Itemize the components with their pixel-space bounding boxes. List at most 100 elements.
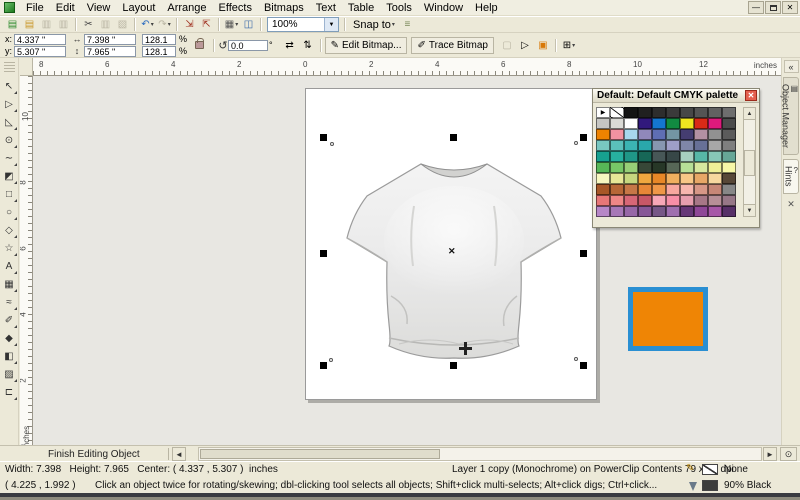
palette-swatch[interactable] (708, 195, 722, 206)
basic-shapes-tool[interactable]: ☆ (1, 240, 18, 257)
text-tool[interactable]: A (1, 258, 18, 275)
palette-swatch[interactable] (652, 173, 666, 184)
rectangle-tool[interactable]: □ (1, 186, 18, 203)
scale-v-field[interactable]: 128.1 (142, 46, 176, 57)
palette-swatch[interactable] (596, 162, 610, 173)
palette-swatch[interactable] (680, 195, 694, 206)
palette-swatch[interactable] (680, 206, 694, 217)
palette-swatch[interactable] (722, 107, 736, 118)
menu-tools[interactable]: Tools (380, 1, 418, 15)
open-button[interactable]: ▤ (21, 17, 38, 32)
snap-to-button[interactable]: Snap to▾ (349, 17, 399, 32)
palette-swatch[interactable] (666, 151, 680, 162)
undo-button[interactable]: ↶▾ (139, 17, 156, 32)
palette-swatch[interactable] (652, 206, 666, 217)
scroll-left-button[interactable]: ◄ (172, 447, 186, 461)
palette-swatch[interactable] (694, 162, 708, 173)
palette-swatch[interactable] (610, 206, 624, 217)
palette-swatch[interactable] (708, 206, 722, 217)
fill-tool[interactable]: ◧ (1, 348, 18, 365)
palette-swatch[interactable] (610, 140, 624, 151)
palette-close-button[interactable]: ✕ (745, 90, 757, 101)
palette-swatch[interactable] (694, 129, 708, 140)
selection-handle-top-right[interactable] (580, 134, 587, 141)
powerclip-indicator[interactable]: ⊏ (1, 384, 18, 401)
selection-handle-top-left[interactable] (320, 134, 327, 141)
selection-handle-top-center[interactable] (450, 134, 457, 141)
scale-h-field[interactable]: 128.1 (142, 34, 176, 45)
dropdown-arrow[interactable]: ▾ (151, 21, 154, 28)
toolbox-grip[interactable] (4, 62, 15, 72)
palette-swatch[interactable] (694, 184, 708, 195)
menu-arrange[interactable]: Arrange (161, 1, 212, 15)
palette-swatch[interactable] (708, 184, 722, 195)
palette-swatch[interactable] (624, 195, 638, 206)
crop-tool[interactable]: ◺ (1, 114, 18, 131)
palette-swatch[interactable] (680, 107, 694, 118)
mirror-horizontal-button[interactable]: ⇄ (281, 37, 299, 54)
lock-ratio-icon[interactable] (195, 41, 204, 49)
menu-layout[interactable]: Layout (116, 1, 161, 15)
palette-swatch[interactable] (708, 140, 722, 151)
interactive-fill-tool[interactable]: ▨ (1, 366, 18, 383)
paste-button[interactable]: ▧ (114, 17, 131, 32)
menu-window[interactable]: Window (418, 1, 469, 15)
palette-swatch[interactable] (722, 195, 736, 206)
palette-swatch[interactable] (708, 107, 722, 118)
palette-swatch[interactable] (624, 162, 638, 173)
palette-swatch[interactable] (666, 184, 680, 195)
palette-swatch[interactable] (708, 173, 722, 184)
freehand-tool[interactable]: ∼ (1, 150, 18, 167)
outline-tool[interactable]: ◆ (1, 330, 18, 347)
palette-swatch[interactable] (638, 140, 652, 151)
ellipse-tool[interactable]: ○ (1, 204, 18, 221)
palette-swatch[interactable] (652, 129, 666, 140)
palette-swatch[interactable] (596, 206, 610, 217)
menu-table[interactable]: Table (342, 1, 380, 15)
palette-swatch[interactable] (666, 129, 680, 140)
palette-swatch[interactable] (638, 129, 652, 140)
height-field[interactable]: 7.965 " (84, 46, 136, 57)
ruler-origin[interactable] (20, 58, 33, 76)
palette-swatch[interactable] (694, 107, 708, 118)
palette-swatch[interactable] (624, 184, 638, 195)
palette-no-color-swatch[interactable] (610, 107, 624, 118)
copy-button[interactable]: ▥ (97, 17, 114, 32)
palette-swatch[interactable] (596, 151, 610, 162)
menu-bitmaps[interactable]: Bitmaps (258, 1, 310, 15)
bitmap-frame-button[interactable]: ▣ (534, 37, 552, 54)
docker-tab-object-manager[interactable]: ▤Object Manager (783, 77, 799, 155)
new-document-button[interactable]: ▤ (4, 17, 21, 32)
redo-button[interactable]: ↷▾ (156, 17, 173, 32)
palette-swatch[interactable] (722, 129, 736, 140)
palette-swatch[interactable] (624, 118, 638, 129)
palette-scroll-thumb[interactable] (744, 150, 755, 176)
trace-bitmap-button[interactable]: ✐ Trace Bitmap (411, 37, 493, 54)
docker-close-button[interactable]: ✕ (784, 198, 798, 211)
palette-swatch[interactable] (680, 173, 694, 184)
selection-handle-bottom-left[interactable] (320, 362, 327, 369)
import-button[interactable]: ⇲ (181, 17, 198, 32)
palette-swatch[interactable] (666, 173, 680, 184)
palette-swatch[interactable] (624, 151, 638, 162)
dropdown-arrow[interactable]: ▾ (168, 21, 171, 28)
palette-swatch[interactable] (610, 151, 624, 162)
mirror-vertical-button[interactable]: ⇅ (299, 37, 317, 54)
palette-swatch[interactable] (652, 151, 666, 162)
palette-swatch[interactable] (610, 118, 624, 129)
palette-swatch[interactable] (638, 184, 652, 195)
palette-swatch[interactable] (680, 140, 694, 151)
options-button[interactable]: ≡ (399, 17, 416, 32)
menu-help[interactable]: Help (469, 1, 504, 15)
palette-swatch[interactable] (638, 173, 652, 184)
zoom-tool[interactable]: ⊙ (1, 132, 18, 149)
zoom-dropdown-arrow[interactable]: ▼ (324, 18, 338, 31)
palette-swatch[interactable] (652, 184, 666, 195)
table-tool[interactable]: ▦ (1, 276, 18, 293)
close-button[interactable]: ✕ (782, 1, 798, 14)
palette-swatch[interactable] (596, 129, 610, 140)
palette-swatch[interactable] (680, 118, 694, 129)
palette-swatch[interactable] (624, 173, 638, 184)
palette-scrollbar[interactable]: ▲ ▼ (743, 107, 756, 217)
palette-swatch[interactable] (694, 118, 708, 129)
